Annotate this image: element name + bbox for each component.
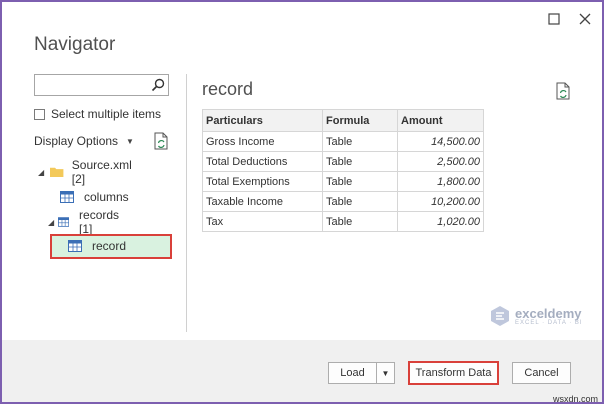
tree-item-source[interactable]: ◢ Source.xml [2] xyxy=(38,158,136,186)
watermark-text: exceldemy EXCEL · DATA · BI xyxy=(515,307,583,326)
watermark-logo-icon xyxy=(491,306,509,326)
table-icon xyxy=(68,240,82,252)
tree-label-source: Source.xml [2] xyxy=(71,158,132,186)
table-icon xyxy=(57,217,70,227)
table-cell: Tax xyxy=(202,211,323,232)
chevron-down-icon: ▼ xyxy=(126,136,134,146)
table-cell: 1,020.00 xyxy=(397,211,484,232)
table-row: Total Deductions Table 2,500.00 xyxy=(202,151,484,172)
maximize-icon[interactable] xyxy=(543,8,565,30)
table-cell: Table xyxy=(322,171,398,192)
preview-table: Particulars Formula Amount Gross Income … xyxy=(202,109,484,232)
chevron-down-icon: ▼ xyxy=(381,368,390,378)
tree-item-columns[interactable]: columns xyxy=(60,187,129,207)
tree-item-record[interactable]: record xyxy=(68,236,126,256)
navigator-dialog: Navigator Select multiple items Display … xyxy=(2,2,602,402)
search-icon[interactable] xyxy=(150,77,166,93)
transform-data-button[interactable]: Transform Data xyxy=(408,361,499,385)
table-row: Total Exemptions Table 1,800.00 xyxy=(202,171,484,192)
dialog-title: Navigator xyxy=(34,34,116,55)
tree-label-record: record xyxy=(92,239,127,253)
table-cell: Total Exemptions xyxy=(202,171,323,192)
refresh-preview-icon[interactable] xyxy=(555,82,571,100)
display-options-label: Display Options xyxy=(34,134,119,148)
table-row: Tax Table 1,020.00 xyxy=(202,211,484,232)
pane-divider[interactable] xyxy=(186,74,187,332)
watermark-logo: exceldemy EXCEL · DATA · BI xyxy=(489,305,583,327)
tree-item-records[interactable]: ◢ records [1] xyxy=(48,208,124,236)
expand-caret-icon[interactable]: ◢ xyxy=(48,218,56,227)
table-row: Gross Income Table 14,500.00 xyxy=(202,131,484,152)
site-watermark: wsxdn.com xyxy=(553,394,599,404)
load-dropdown-button[interactable]: ▼ xyxy=(376,362,395,384)
table-cell: Taxable Income xyxy=(202,191,323,212)
display-options-dropdown[interactable]: Display Options ▼ xyxy=(34,134,134,148)
table-cell: Total Deductions xyxy=(202,151,323,172)
expand-caret-icon[interactable]: ◢ xyxy=(38,168,46,177)
table-cell: Table xyxy=(322,151,398,172)
tree-label-records: records [1] xyxy=(79,208,120,236)
column-header[interactable]: Formula xyxy=(322,109,398,132)
table-cell: Gross Income xyxy=(202,131,323,152)
select-multiple-checkbox[interactable] xyxy=(34,108,45,120)
preview-title: record xyxy=(202,79,254,99)
table-cell: 1,800.00 xyxy=(397,171,484,192)
table-cell: Table xyxy=(322,191,398,212)
search-box[interactable] xyxy=(34,74,169,96)
table-cell: 14,500.00 xyxy=(397,131,484,152)
select-multiple-label: Select multiple items xyxy=(51,107,162,121)
search-input[interactable] xyxy=(35,75,155,95)
refresh-icon[interactable] xyxy=(153,132,169,150)
tree-label-columns: columns xyxy=(84,190,129,204)
dialog-footer: Load ▼ Transform Data Cancel xyxy=(2,340,602,402)
table-cell: 2,500.00 xyxy=(397,151,484,172)
load-button[interactable]: Load xyxy=(328,362,377,384)
table-cell: Table xyxy=(322,211,398,232)
column-header[interactable]: Particulars xyxy=(202,109,323,132)
table-cell: Table xyxy=(322,131,398,152)
table-header-row: Particulars Formula Amount xyxy=(202,109,484,132)
watermark-name: exceldemy xyxy=(515,305,582,321)
table-icon xyxy=(60,191,74,203)
select-multiple-row[interactable]: Select multiple items xyxy=(34,107,161,121)
column-header[interactable]: Amount xyxy=(397,109,484,132)
folder-icon xyxy=(50,167,64,178)
close-icon[interactable] xyxy=(574,8,596,30)
table-row: Taxable Income Table 10,200.00 xyxy=(202,191,484,212)
cancel-button[interactable]: Cancel xyxy=(512,362,571,384)
watermark-subtitle: EXCEL · DATA · BI xyxy=(515,319,583,326)
table-cell: 10,200.00 xyxy=(397,191,484,212)
